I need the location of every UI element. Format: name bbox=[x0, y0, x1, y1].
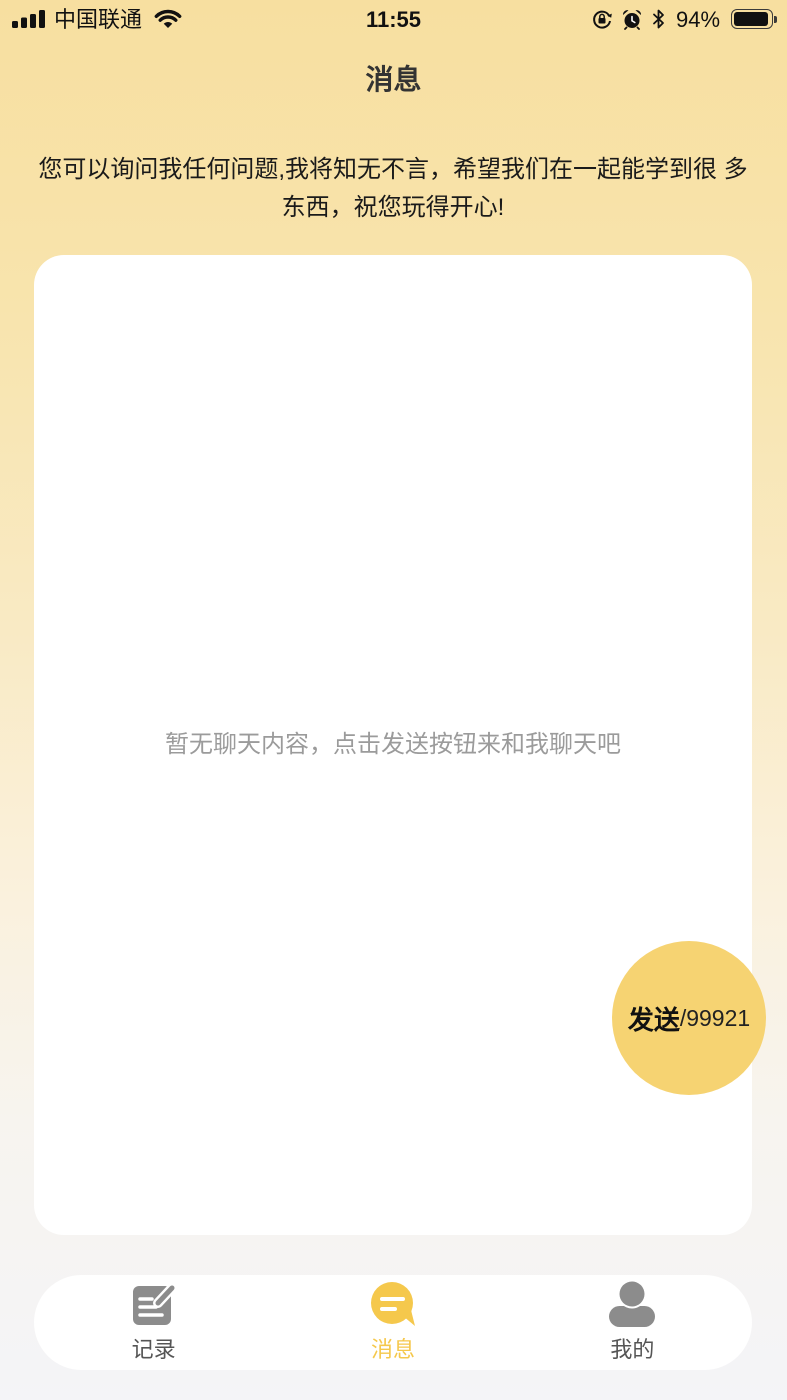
remaining-count: /99921 bbox=[679, 1004, 751, 1031]
tab-bar: 记录 消息 我的 bbox=[34, 1275, 752, 1370]
battery-icon bbox=[731, 9, 778, 29]
chat-panel: 暂无聊天内容，点击发送按钮来和我聊天吧 bbox=[34, 255, 752, 1235]
alarm-icon bbox=[621, 8, 643, 30]
bluetooth-icon bbox=[652, 8, 665, 30]
orientation-lock-icon bbox=[591, 8, 613, 30]
tab-record[interactable]: 记录 bbox=[34, 1275, 273, 1370]
battery-nub bbox=[774, 15, 777, 23]
status-bar: 中国联通 11:55 94% bbox=[0, 0, 787, 40]
tab-label: 我的 bbox=[610, 1337, 655, 1362]
tab-label: 消息 bbox=[370, 1337, 415, 1362]
send-label: 发送 bbox=[627, 1004, 680, 1035]
battery-fill bbox=[734, 12, 768, 26]
clock-time: 11:55 bbox=[365, 7, 422, 32]
tab-label: 记录 bbox=[131, 1337, 176, 1362]
page-title: 消息 bbox=[365, 64, 422, 95]
battery-percentage: 94% bbox=[676, 7, 721, 32]
tab-profile[interactable]: 我的 bbox=[513, 1275, 752, 1370]
message-icon bbox=[370, 1281, 416, 1327]
tab-message[interactable]: 消息 bbox=[273, 1275, 512, 1370]
send-button[interactable]: 发送/99921 bbox=[612, 941, 766, 1095]
profile-icon bbox=[609, 1281, 656, 1327]
record-icon bbox=[131, 1281, 177, 1327]
empty-chat-message: 暂无聊天内容，点击发送按钮来和我聊天吧 bbox=[165, 731, 621, 758]
battery-outline bbox=[731, 9, 773, 29]
intro-text: 您可以询问我任何问题,我将知无不言，希望我们在一起能学到很 多东西，祝您玩得开心… bbox=[38, 156, 748, 221]
